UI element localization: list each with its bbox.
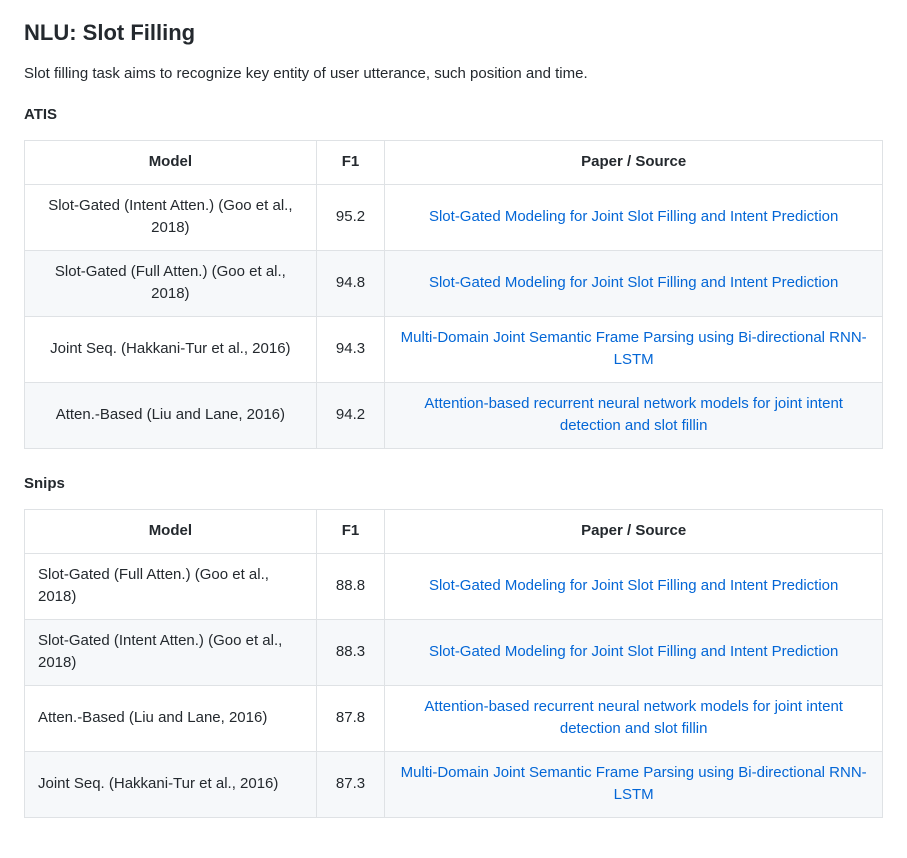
table-atis: Model F1 Paper / Source Slot-Gated (Inte… [24,140,883,449]
col-header-paper: Paper / Source [385,510,883,554]
cell-paper: Multi-Domain Joint Semantic Frame Parsin… [385,751,883,817]
col-header-f1: F1 [316,510,385,554]
cell-model: Atten.-Based (Liu and Lane, 2016) [25,685,317,751]
table-snips: Model F1 Paper / Source Slot-Gated (Full… [24,509,883,818]
table-row: Joint Seq. (Hakkani-Tur et al., 2016) 87… [25,751,883,817]
col-header-paper: Paper / Source [385,141,883,185]
cell-f1: 88.3 [316,619,385,685]
cell-model: Joint Seq. (Hakkani-Tur et al., 2016) [25,751,317,817]
cell-f1: 87.8 [316,685,385,751]
paper-link[interactable]: Slot-Gated Modeling for Joint Slot Filli… [429,208,838,225]
paper-link[interactable]: Attention-based recurrent neural network… [424,395,843,435]
col-header-f1: F1 [316,141,385,185]
cell-f1: 87.3 [316,751,385,817]
cell-paper: Slot-Gated Modeling for Joint Slot Filli… [385,553,883,619]
cell-f1: 94.3 [316,316,385,382]
table-row: Atten.-Based (Liu and Lane, 2016) 87.8 A… [25,685,883,751]
cell-model: Joint Seq. (Hakkani-Tur et al., 2016) [25,316,317,382]
cell-model: Slot-Gated (Intent Atten.) (Goo et al., … [25,184,317,250]
cell-paper: Attention-based recurrent neural network… [385,685,883,751]
cell-model: Atten.-Based (Liu and Lane, 2016) [25,382,317,448]
page-description: Slot filling task aims to recognize key … [24,63,883,86]
page-title: NLU: Slot Filling [24,16,883,49]
section-heading-snips: Snips [24,473,883,496]
cell-f1: 88.8 [316,553,385,619]
cell-paper: Attention-based recurrent neural network… [385,382,883,448]
cell-paper: Slot-Gated Modeling for Joint Slot Filli… [385,184,883,250]
cell-model: Slot-Gated (Intent Atten.) (Goo et al., … [25,619,317,685]
cell-paper: Slot-Gated Modeling for Joint Slot Filli… [385,619,883,685]
table-header-row: Model F1 Paper / Source [25,510,883,554]
cell-f1: 94.8 [316,250,385,316]
cell-paper: Slot-Gated Modeling for Joint Slot Filli… [385,250,883,316]
table-row: Slot-Gated (Intent Atten.) (Goo et al., … [25,184,883,250]
table-row: Slot-Gated (Intent Atten.) (Goo et al., … [25,619,883,685]
paper-link[interactable]: Multi-Domain Joint Semantic Frame Parsin… [401,329,867,369]
table-header-row: Model F1 Paper / Source [25,141,883,185]
table-row: Slot-Gated (Full Atten.) (Goo et al., 20… [25,250,883,316]
paper-link[interactable]: Slot-Gated Modeling for Joint Slot Filli… [429,643,838,660]
paper-link[interactable]: Slot-Gated Modeling for Joint Slot Filli… [429,274,838,291]
cell-model: Slot-Gated (Full Atten.) (Goo et al., 20… [25,250,317,316]
cell-f1: 94.2 [316,382,385,448]
table-row: Atten.-Based (Liu and Lane, 2016) 94.2 A… [25,382,883,448]
cell-paper: Multi-Domain Joint Semantic Frame Parsin… [385,316,883,382]
table-row: Joint Seq. (Hakkani-Tur et al., 2016) 94… [25,316,883,382]
paper-link[interactable]: Multi-Domain Joint Semantic Frame Parsin… [401,764,867,804]
table-row: Slot-Gated (Full Atten.) (Goo et al., 20… [25,553,883,619]
col-header-model: Model [25,510,317,554]
cell-model: Slot-Gated (Full Atten.) (Goo et al., 20… [25,553,317,619]
section-heading-atis: ATIS [24,104,883,127]
paper-link[interactable]: Attention-based recurrent neural network… [424,698,843,738]
paper-link[interactable]: Slot-Gated Modeling for Joint Slot Filli… [429,577,838,594]
col-header-model: Model [25,141,317,185]
cell-f1: 95.2 [316,184,385,250]
